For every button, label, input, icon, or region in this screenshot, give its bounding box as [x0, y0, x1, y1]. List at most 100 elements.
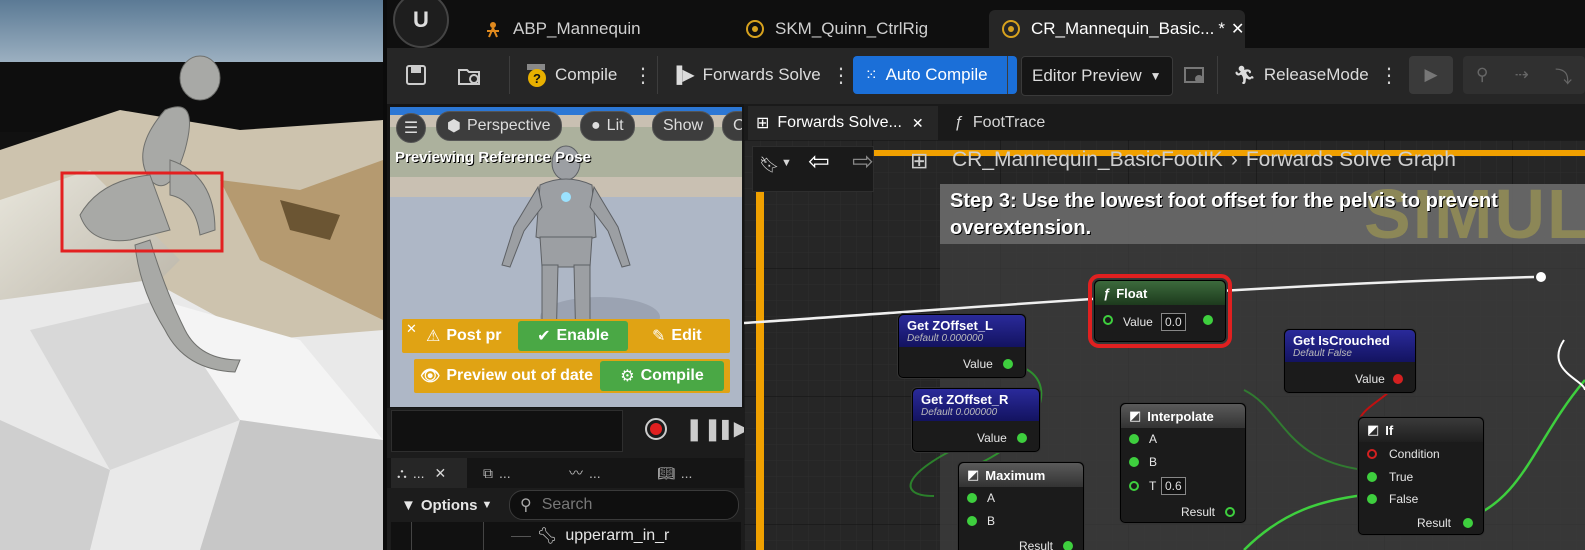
bookmark-icon[interactable]: 🔖︎	[759, 155, 779, 175]
close-tab-icon[interactable]: ✕	[434, 465, 446, 482]
play-icon: ▶	[1424, 65, 1438, 84]
chevron-down-icon[interactable]: ▼	[781, 157, 792, 169]
pin-label: Value	[963, 357, 993, 371]
enable-button[interactable]: ✔ Enable	[518, 321, 628, 351]
viewport-scene	[0, 0, 383, 550]
output-pin[interactable]	[1063, 541, 1073, 550]
edit-button[interactable]: ✎ Edit	[652, 321, 702, 351]
timeline-area[interactable]	[391, 410, 623, 452]
pose-icon[interactable]: ⚲	[1476, 65, 1488, 85]
debug-object-icon[interactable]	[1183, 56, 1205, 94]
maximum-node[interactable]: ◩ Maximum A B Result	[958, 462, 1084, 550]
input-pin-b[interactable]	[1129, 457, 1139, 467]
auto-compile-icon: ⁙	[865, 67, 878, 84]
forwards-solve-button[interactable]: ▐▶ Forwards Solve	[671, 56, 821, 94]
input-pin-t[interactable]	[1129, 481, 1139, 491]
false-pin[interactable]	[1367, 494, 1377, 504]
close-tab-icon[interactable]: ✕	[912, 115, 924, 132]
if-node[interactable]: ◩ If Condition True False Result	[1358, 417, 1484, 535]
book-icon: 📖︎	[657, 464, 675, 481]
input-pin-a[interactable]	[967, 493, 977, 503]
node-header: ◩ Interpolate	[1121, 404, 1245, 428]
tab-my-blueprint[interactable]: ⧉ ...	[483, 458, 511, 488]
tab-cr-mannequin-basic[interactable]: CR_Mannequin_Basic... * ✕	[989, 10, 1245, 48]
options-dropdown[interactable]: ▼ Options ▼	[401, 492, 492, 518]
tree-item-bone[interactable]: 🦴︎ upperarm_in_r	[537, 524, 669, 548]
comment-title[interactable]: Step 3: Use the lowest foot offset for t…	[950, 188, 1498, 242]
pin-label: True	[1389, 470, 1414, 484]
unreal-logo-icon[interactable]: U	[393, 0, 449, 48]
node-subtitle: Default False	[1293, 348, 1352, 359]
perspective-button[interactable]: ⬢ Perspective	[436, 111, 562, 141]
editor-preview-dropdown[interactable]: Editor Preview ▼	[1021, 56, 1173, 96]
get-iscrouched-node[interactable]: Get IsCrouched Default False Value	[1284, 329, 1416, 393]
release-mode-button[interactable]: 🏃︎ ReleaseMode	[1233, 56, 1369, 94]
back-arrow-icon[interactable]: ⇦	[808, 146, 830, 177]
node-title: Get ZOffset_L	[907, 318, 993, 333]
step-over-icon[interactable]: ⇢	[1515, 65, 1529, 85]
preview-viewport[interactable]: ☰ ⬢ Perspective ● Lit Show C Previewing …	[390, 107, 742, 407]
float-value-field[interactable]: 0.0	[1161, 313, 1186, 331]
pin-label: T	[1149, 479, 1157, 493]
record-icon[interactable]	[645, 418, 667, 440]
output-pin[interactable]	[1003, 359, 1013, 369]
solve-options-icon[interactable]: ⋮	[831, 56, 851, 94]
save-icon[interactable]	[405, 56, 427, 94]
preview-compile-button[interactable]: ⚙ Compile	[600, 361, 724, 391]
true-pin[interactable]	[1367, 472, 1377, 482]
compile-options-icon[interactable]: ⋮	[633, 56, 653, 94]
release-options-icon[interactable]: ⋮	[1379, 56, 1399, 94]
lit-button[interactable]: ● Lit	[580, 111, 635, 141]
search-input[interactable]: ⚲ Search	[509, 490, 739, 520]
input-pin-a[interactable]	[1129, 434, 1139, 444]
camera-button[interactable]: C	[722, 111, 742, 141]
tab-foottrace[interactable]: ƒ FootTrace	[954, 106, 1045, 140]
play-solve-icon: ▐▶	[671, 67, 695, 84]
interpolate-node[interactable]: ◩ Interpolate A B T 0.6 Result	[1120, 403, 1246, 523]
get-zoffset-r-node[interactable]: Get ZOffset_R Default 0.000000 Value	[912, 388, 1040, 452]
graph-icon: ⊞	[756, 115, 770, 132]
chevron-down-icon: ▼	[1149, 69, 1162, 83]
tree-item-label: upperarm_in_r	[565, 527, 670, 544]
tab-skm-quinn-ctrlrig[interactable]: SKM_Quinn_CtrlRig	[737, 10, 936, 48]
dismiss-icon[interactable]: ✕	[406, 321, 417, 337]
auto-compile-button[interactable]: ⁙ Auto Compile	[853, 56, 1017, 94]
tab-forwards-solve[interactable]: ⊞ Forwards Solve... ✕	[748, 106, 938, 140]
level-viewport[interactable]	[0, 0, 383, 550]
svg-text:?: ?	[533, 71, 541, 86]
forward-arrow-icon[interactable]: ⇨	[852, 146, 874, 177]
get-zoffset-l-node[interactable]: Get ZOffset_L Default 0.000000 Value	[898, 314, 1026, 378]
control-rig-editor: U ABP_Mannequin SKM_Quinn_CtrlRig CR_Man…	[387, 0, 1585, 550]
tab-label: Forwards Solve...	[777, 114, 902, 131]
breadcrumb-graph[interactable]: Forwards Solve Graph	[1246, 148, 1456, 172]
compile-button[interactable]: ? Compile	[525, 56, 617, 94]
graph-editor[interactable]: 🔖︎ ▼ ⇦ ⇨ ⊞ CR_Mannequin_BasicFootIK › Fo…	[744, 140, 1585, 550]
tab-curves[interactable]: 〰 ...	[569, 458, 601, 488]
curve-icon: 〰	[569, 465, 583, 481]
step-into-icon[interactable]: ⤵	[1555, 63, 1572, 88]
input-pin[interactable]	[1103, 315, 1113, 325]
t-value-field[interactable]: 0.6	[1161, 477, 1186, 495]
tab-abp-mannequin[interactable]: ABP_Mannequin	[475, 10, 649, 48]
pin-label: A	[1149, 432, 1158, 446]
condition-pin[interactable]	[1367, 449, 1377, 459]
pin-label: Result	[1181, 505, 1216, 519]
output-pin[interactable]	[1203, 315, 1213, 325]
document-tab-bar: U ABP_Mannequin SKM_Quinn_CtrlRig CR_Man…	[387, 0, 1585, 48]
float-node[interactable]: ƒ Float Value 0.0	[1088, 274, 1232, 348]
output-pin[interactable]	[1017, 433, 1027, 443]
breadcrumb-asset[interactable]: CR_Mannequin_BasicFootIK	[952, 148, 1223, 172]
viewport-menu-icon[interactable]: ☰	[396, 113, 426, 143]
blueprint-icon: ⧉	[483, 464, 493, 481]
input-pin-b[interactable]	[967, 516, 977, 526]
show-button[interactable]: Show	[652, 111, 715, 141]
browse-asset-icon[interactable]	[457, 56, 483, 94]
tab-details[interactable]: 📖︎ ...	[657, 458, 692, 488]
output-pin[interactable]	[1393, 374, 1403, 384]
output-pin[interactable]	[1463, 518, 1473, 528]
simulate-button[interactable]: ▶	[1409, 56, 1453, 94]
tab-rig-hierarchy[interactable]: ⛬ ... ✕	[391, 458, 467, 488]
toolbar-separator	[1217, 56, 1218, 94]
close-tab-icon[interactable]: ✕	[1231, 19, 1244, 39]
output-pin[interactable]	[1225, 507, 1235, 517]
